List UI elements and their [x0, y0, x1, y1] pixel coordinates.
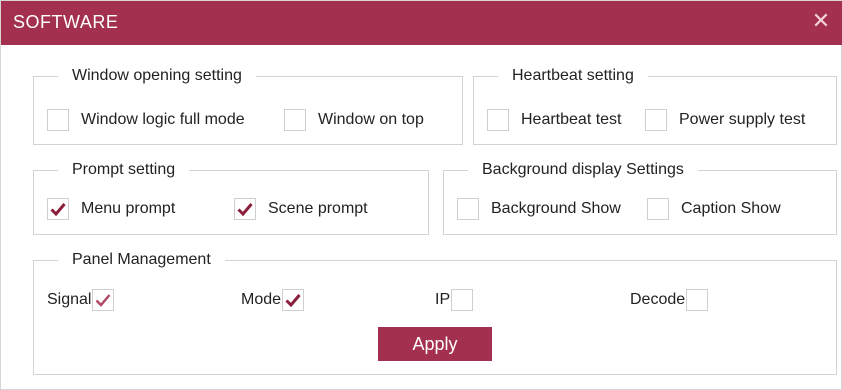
background-show-checkbox[interactable]: [457, 198, 479, 220]
ip-option[interactable]: IP: [435, 288, 474, 312]
window-logic-full-mode-option[interactable]: Window logic full mode: [47, 108, 245, 132]
window-title: SOFTWARE: [13, 12, 119, 32]
title-bar[interactable]: SOFTWARE ✕: [1, 1, 842, 45]
panel-management-legend: Panel Management: [72, 251, 211, 268]
scene-prompt-option[interactable]: Scene prompt: [234, 197, 368, 221]
power-supply-test-option[interactable]: Power supply test: [645, 108, 805, 132]
menu-prompt-checkbox[interactable]: [47, 198, 69, 220]
signal-checkbox[interactable]: [92, 289, 115, 311]
heartbeat-group: Heartbeat setting: [473, 67, 837, 145]
decode-label: Decode: [630, 291, 686, 308]
caption-show-label: Caption Show: [681, 200, 781, 217]
mode-label: Mode: [241, 291, 282, 308]
scene-prompt-checkbox[interactable]: [234, 198, 256, 220]
decode-checkbox[interactable]: [686, 289, 709, 311]
power-supply-test-label: Power supply test: [679, 111, 806, 128]
ip-label: IP: [435, 291, 451, 308]
window-on-top-option[interactable]: Window on top: [284, 108, 424, 132]
check-icon: [285, 294, 301, 307]
window-on-top-checkbox[interactable]: [284, 109, 306, 131]
mode-checkbox[interactable]: [282, 289, 305, 311]
heartbeat-legend: Heartbeat setting: [512, 67, 634, 84]
background-display-legend: Background display Settings: [482, 161, 684, 178]
close-icon[interactable]: ✕: [809, 9, 833, 33]
background-show-label: Background Show: [491, 200, 621, 217]
window-logic-full-mode-label: Window logic full mode: [81, 111, 245, 128]
window-on-top-label: Window on top: [318, 111, 424, 128]
heartbeat-test-checkbox[interactable]: [487, 109, 509, 131]
heartbeat-test-option[interactable]: Heartbeat test: [487, 108, 622, 132]
background-show-option[interactable]: Background Show: [457, 197, 621, 221]
power-supply-test-checkbox[interactable]: [645, 109, 667, 131]
software-dialog: SOFTWARE ✕ Window opening setting Window…: [0, 0, 842, 390]
window-logic-full-mode-checkbox[interactable]: [47, 109, 69, 131]
menu-prompt-option[interactable]: Menu prompt: [47, 197, 175, 221]
prompt-legend: Prompt setting: [72, 161, 176, 178]
menu-prompt-label: Menu prompt: [81, 200, 176, 217]
check-icon: [237, 203, 253, 216]
caption-show-option[interactable]: Caption Show: [647, 197, 781, 221]
apply-button[interactable]: Apply: [378, 327, 492, 361]
signal-option[interactable]: Signal: [47, 288, 115, 312]
mode-option[interactable]: Mode: [241, 288, 305, 312]
scene-prompt-label: Scene prompt: [268, 200, 368, 217]
check-icon: [96, 294, 111, 307]
signal-label: Signal: [47, 291, 92, 308]
heartbeat-test-label: Heartbeat test: [521, 111, 622, 128]
window-opening-legend: Window opening setting: [72, 67, 242, 84]
caption-show-checkbox[interactable]: [647, 198, 669, 220]
decode-option[interactable]: Decode: [630, 288, 709, 312]
window-opening-group: Window opening setting: [33, 67, 463, 145]
check-icon: [50, 203, 66, 216]
ip-checkbox[interactable]: [451, 289, 474, 311]
